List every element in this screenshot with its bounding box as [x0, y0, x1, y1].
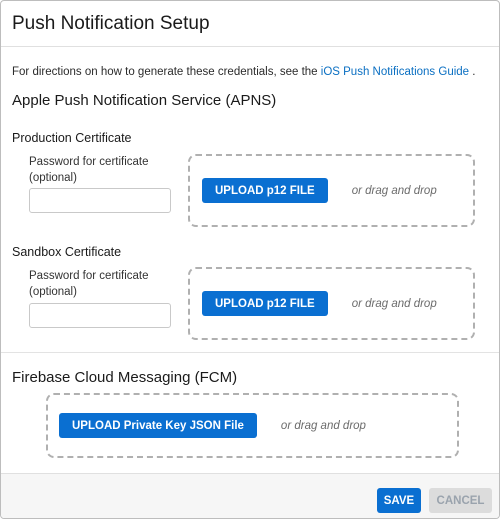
sandbox-password-input[interactable] — [29, 303, 171, 328]
intro-prefix: For directions on how to generate these … — [12, 66, 321, 78]
save-button[interactable]: SAVE — [377, 488, 421, 513]
production-drag-text: or drag and drop — [351, 184, 437, 197]
intro-suffix: . — [469, 66, 476, 78]
fcm-drag-text: or drag and drop — [280, 419, 366, 432]
modal-header: Push Notification Setup — [1, 1, 499, 47]
sandbox-upload-button[interactable]: UPLOAD p12 FILE — [202, 291, 328, 316]
ios-guide-link[interactable]: iOS Push Notifications Guide — [321, 66, 469, 78]
sandbox-dropzone[interactable]: UPLOAD p12 FILE or drag and drop — [188, 267, 475, 340]
apns-section-title: Apple Push Notification Service (APNS) — [12, 92, 277, 109]
sandbox-drag-text: or drag and drop — [351, 297, 437, 310]
push-notification-modal: Push Notification Setup For directions o… — [0, 0, 500, 519]
modal-title: Push Notification Setup — [12, 12, 210, 34]
production-dropzone[interactable]: UPLOAD p12 FILE or drag and drop — [188, 154, 475, 227]
production-password-input[interactable] — [29, 188, 171, 213]
fcm-dropzone[interactable]: UPLOAD Private Key JSON File or drag and… — [46, 393, 459, 458]
cancel-button[interactable]: CANCEL — [429, 488, 492, 513]
section-divider — [1, 352, 499, 353]
fcm-upload-button[interactable]: UPLOAD Private Key JSON File — [59, 413, 257, 438]
sandbox-password-label: Password for certificate (optional) — [29, 270, 149, 298]
production-certificate-title: Production Certificate — [12, 131, 132, 145]
sandbox-certificate-title: Sandbox Certificate — [12, 245, 122, 259]
fcm-section-title: Firebase Cloud Messaging (FCM) — [12, 369, 238, 386]
production-upload-button[interactable]: UPLOAD p12 FILE — [202, 178, 328, 203]
intro-text: For directions on how to generate these … — [12, 66, 475, 78]
modal-footer: SAVE CANCEL — [1, 473, 499, 518]
production-password-label: Password for certificate (optional) — [29, 156, 149, 184]
